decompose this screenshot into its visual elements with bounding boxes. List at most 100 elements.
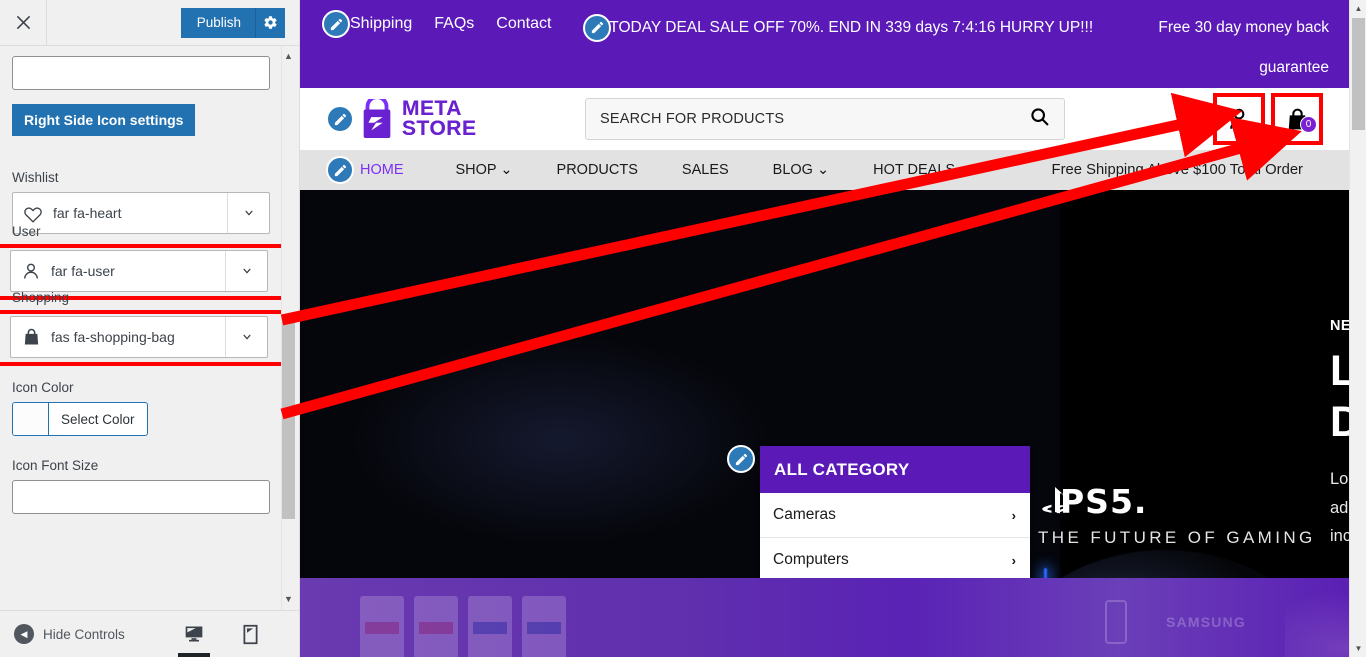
hero-kicker: NEW COLLECTION — [1330, 318, 1349, 334]
tablet-preview-button[interactable] — [232, 611, 268, 657]
user-field-group: User far fa-user — [0, 224, 290, 300]
hide-controls-label: Hide Controls — [43, 626, 125, 642]
memory-cards-image — [360, 596, 566, 657]
color-swatch — [13, 403, 49, 435]
icon-color-picker[interactable]: Select Color — [12, 402, 148, 436]
nav-item-hot-deals[interactable]: HOT DEALS — [851, 162, 977, 178]
main-navigation: HOME SHOP ⌄ PRODUCTS SALES BLOG ⌄ HOT DE… — [300, 150, 1349, 190]
logo-line-2: STORE — [402, 117, 477, 140]
shopping-bag-icon — [11, 327, 51, 347]
phone-outline-image — [1105, 600, 1127, 644]
icon-font-size-label: Icon Font Size — [12, 458, 99, 473]
user-icon-select[interactable]: far fa-user — [10, 250, 268, 292]
preview-scroll-thumb[interactable] — [1352, 18, 1365, 130]
shopping-icon-select[interactable]: fas fa-shopping-bag — [10, 316, 268, 358]
chevron-down-icon[interactable] — [225, 251, 267, 291]
chevron-down-icon: ⌄ — [500, 162, 513, 178]
hero-slider: PS5. THE FUTURE OF GAMING NEW COLLECTION — [300, 190, 1349, 578]
topbar-link-contact[interactable]: Contact — [496, 15, 551, 33]
site-preview-content: Shipping FAQs Contact TODAY DEAL SALE OF… — [300, 0, 1349, 657]
edit-pencil-icon[interactable] — [326, 156, 354, 184]
topbar-link-shipping[interactable]: Shipping — [350, 15, 412, 33]
nav-item-sales[interactable]: SALES — [660, 162, 751, 178]
customizer-footer: ◀ Hide Controls — [0, 611, 312, 657]
nav-item-home[interactable]: HOME — [356, 162, 434, 178]
all-category-panel: ALL CATEGORY Cameras › Computers › Gamin… — [760, 446, 1030, 578]
all-category-title: ALL CATEGORY — [760, 446, 1030, 493]
edit-pencil-icon[interactable] — [322, 10, 350, 38]
site-logo-text: META STORE — [402, 98, 477, 140]
customizer-controls-panel: Right Side Icon settings Wishlist far fa… — [0, 46, 299, 611]
free-shipping-note: Free Shipping Above $100 Total Order — [1051, 162, 1303, 178]
customizer-header-bar: Publish — [0, 0, 299, 46]
topbar-link-faqs[interactable]: FAQs — [434, 15, 474, 33]
customizer-app: Publish Right Side Icon settings Wishlis… — [0, 0, 1366, 657]
collapse-arrow-icon: ◀ — [14, 624, 34, 644]
shopping-label: Shopping — [12, 290, 70, 305]
text-setting-input[interactable] — [12, 56, 270, 90]
edit-pencil-icon[interactable] — [326, 105, 354, 133]
user-icon — [11, 261, 51, 281]
gear-icon[interactable] — [255, 7, 285, 38]
site-preview-frame: Shipping FAQs Contact TODAY DEAL SALE OF… — [300, 0, 1366, 657]
site-logo[interactable]: META STORE — [360, 98, 477, 140]
nav-item-products[interactable]: PRODUCTS — [535, 162, 660, 178]
hero-text-block: NEW COLLECTION LOREM IPSUM DOLOR Lorem i… — [1330, 190, 1349, 551]
nav-item-shop[interactable]: SHOP ⌄ — [434, 162, 535, 178]
promo-banner-band: SAMSUNG — [300, 578, 1349, 657]
wishlist-field-group: Wishlist far fa-heart — [12, 170, 287, 234]
search-placeholder: SEARCH FOR PRODUCTS — [600, 111, 785, 127]
user-icon-value: far fa-user — [51, 263, 115, 279]
scroll-down-arrow-icon[interactable]: ▼ — [281, 591, 296, 606]
right-side-icon-settings-button[interactable]: Right Side Icon settings — [12, 104, 196, 136]
hide-controls-button[interactable]: ◀ Hide Controls — [14, 624, 125, 644]
wishlist-icon-select[interactable]: far fa-heart — [12, 192, 270, 234]
product-search-box[interactable]: SEARCH FOR PRODUCTS — [585, 98, 1065, 140]
deal-countdown-text: TODAY DEAL SALE OFF 70%. END IN 339 days… — [551, 8, 1129, 48]
logo-line-1: META — [402, 98, 476, 119]
select-color-label: Select Color — [61, 411, 135, 427]
chevron-down-icon[interactable] — [225, 317, 267, 357]
wishlist-label: Wishlist — [12, 170, 59, 185]
desktop-preview-button[interactable] — [176, 611, 212, 657]
shopping-icon-value: fas fa-shopping-bag — [51, 329, 175, 345]
hero-title: LOREM IPSUM DOLOR — [1330, 347, 1349, 446]
shopping-field-group: Shopping fas fa-shopping-bag — [0, 290, 290, 366]
preview-scroll-down-icon[interactable]: ▼ — [1350, 640, 1366, 657]
search-icon[interactable] — [1029, 106, 1050, 132]
edit-pencil-icon[interactable] — [583, 13, 612, 42]
samsung-brand-label: SAMSUNG — [1166, 614, 1246, 630]
sidebar-scrollbar[interactable]: ▲ ▼ — [281, 46, 298, 610]
close-customizer-button[interactable] — [0, 0, 47, 45]
preview-scrollbar[interactable]: ▲ ▼ — [1349, 0, 1366, 657]
shopping-bag-logo-icon — [363, 99, 391, 139]
deal-text-value: TODAY DEAL SALE OFF 70%. END IN 339 days… — [609, 19, 1094, 36]
sidebar-scroll-thumb[interactable] — [282, 314, 295, 519]
icon-color-field-group: Icon Color Select Color — [12, 380, 287, 440]
edit-pencil-icon[interactable] — [727, 445, 755, 473]
chevron-down-icon[interactable] — [227, 193, 269, 233]
scroll-up-arrow-icon[interactable]: ▲ — [281, 48, 296, 63]
ps5-tagline: THE FUTURE OF GAMING — [1038, 528, 1316, 547]
ps5-wordmark: PS5. — [1060, 482, 1148, 521]
icon-color-label: Icon Color — [12, 380, 74, 395]
chevron-right-icon: › — [1011, 507, 1016, 523]
user-label: User — [12, 224, 41, 239]
preview-scroll-up-icon[interactable]: ▲ — [1350, 0, 1366, 17]
topbar-links: Shipping FAQs Contact — [322, 8, 551, 38]
publish-group: Publish — [180, 7, 285, 38]
category-item-computers[interactable]: Computers › — [760, 538, 1030, 578]
customizer-sidebar: Publish Right Side Icon settings Wishlis… — [0, 0, 312, 657]
chevron-right-icon: › — [1011, 552, 1016, 568]
account-icon-button[interactable] — [1213, 93, 1265, 145]
heart-icon — [13, 204, 53, 223]
guarantee-text: Free 30 day money back guarantee — [1158, 19, 1329, 76]
category-item-cameras[interactable]: Cameras › — [760, 493, 1030, 538]
icon-font-size-input[interactable] — [12, 480, 270, 514]
nav-item-blog[interactable]: BLOG ⌄ — [751, 162, 851, 178]
hero-description: Lorem ipsum dolor sit amet, consectetur … — [1330, 470, 1349, 546]
icon-font-size-field-group: Icon Font Size — [12, 458, 287, 528]
cart-icon-button[interactable]: 0 — [1271, 93, 1323, 145]
publish-button[interactable]: Publish — [180, 7, 255, 38]
chevron-down-icon: ⌄ — [816, 162, 830, 178]
